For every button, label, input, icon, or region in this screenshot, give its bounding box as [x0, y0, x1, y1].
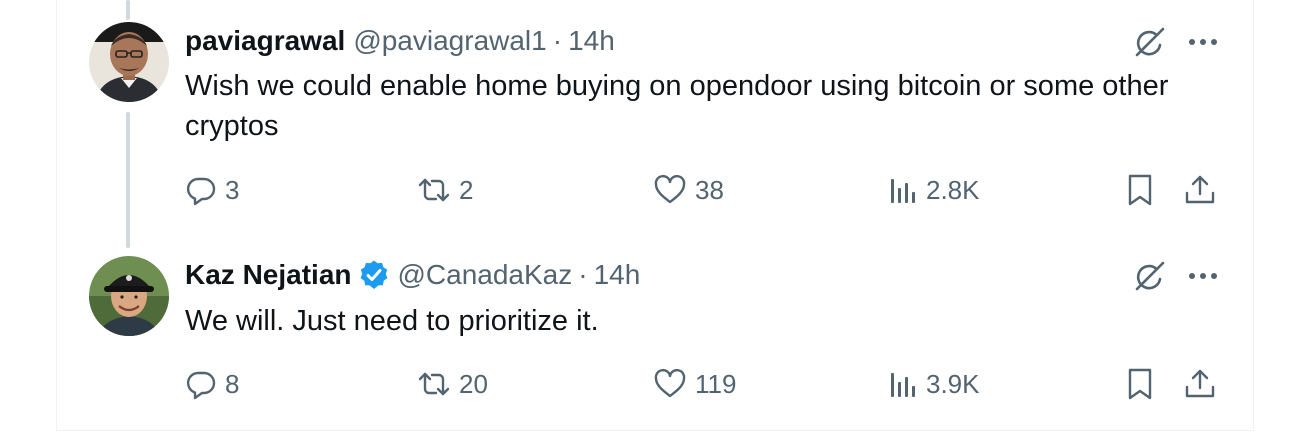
- reply-button[interactable]: 3: [185, 168, 239, 212]
- tweet-top-actions: [1128, 254, 1220, 298]
- display-name[interactable]: Kaz Nejatian: [185, 258, 352, 292]
- reply-icon: [185, 368, 217, 400]
- tweet-actions: 8 20 119 3.9K: [185, 362, 1225, 406]
- views-button[interactable]: 2.8K: [888, 168, 980, 212]
- retweet-button[interactable]: 2: [417, 168, 473, 212]
- grok-icon[interactable]: [1128, 254, 1172, 298]
- share-icon: [1183, 367, 1217, 401]
- share-icon: [1183, 173, 1217, 207]
- avatar[interactable]: [89, 256, 169, 336]
- like-count: 38: [695, 174, 724, 205]
- retweet-count: 2: [459, 174, 474, 205]
- bookmark-button[interactable]: [1125, 362, 1155, 406]
- retweet-icon: [417, 368, 451, 400]
- timestamp[interactable]: 14h: [568, 24, 615, 58]
- like-icon: [653, 368, 687, 400]
- views-icon: [888, 368, 918, 400]
- reply-icon: [185, 174, 217, 206]
- tweet-canadakaz[interactable]: Kaz Nejatian @CanadaKaz · 14h We will. J…: [0, 240, 1298, 430]
- tweet-paviagrawal[interactable]: paviagrawal @paviagrawal1 · 14h Wish we …: [0, 0, 1298, 240]
- separator-dot: ·: [552, 25, 563, 56]
- timeline-bottom-border: [56, 430, 1254, 431]
- user-handle[interactable]: @paviagrawal1: [353, 24, 546, 58]
- bookmark-button[interactable]: [1125, 168, 1155, 212]
- user-handle[interactable]: @CanadaKaz: [398, 258, 573, 292]
- tweet-actions: 3 2 38 2.8K: [185, 168, 1225, 212]
- timestamp[interactable]: 14h: [594, 258, 641, 292]
- grok-icon[interactable]: [1128, 20, 1172, 64]
- separator-dot: ·: [578, 259, 588, 290]
- bookmark-icon: [1125, 173, 1155, 207]
- verified-badge-icon[interactable]: [358, 259, 390, 291]
- tweet-header: paviagrawal @paviagrawal1 · 14h: [185, 24, 615, 58]
- like-button[interactable]: 119: [653, 362, 736, 406]
- more-options-icon[interactable]: [1186, 27, 1220, 57]
- reply-count: 3: [225, 174, 240, 205]
- reply-count: 8: [225, 368, 240, 399]
- view-count: 2.8K: [926, 174, 980, 205]
- more-options-icon[interactable]: [1186, 261, 1220, 291]
- share-button[interactable]: [1183, 168, 1217, 212]
- bookmark-icon: [1125, 367, 1155, 401]
- tweet-top-actions: [1128, 20, 1220, 64]
- views-icon: [888, 174, 918, 206]
- like-count: 119: [695, 368, 737, 399]
- like-button[interactable]: 38: [653, 168, 724, 212]
- views-button[interactable]: 3.9K: [888, 362, 980, 406]
- share-button[interactable]: [1183, 362, 1217, 406]
- retweet-button[interactable]: 20: [417, 362, 488, 406]
- avatar[interactable]: [89, 22, 169, 102]
- display-name[interactable]: paviagrawal: [185, 24, 345, 58]
- tweet-text: Wish we could enable home buying on open…: [185, 70, 1169, 142]
- retweet-count: 20: [459, 368, 488, 399]
- tweet-header: Kaz Nejatian @CanadaKaz · 14h: [185, 258, 640, 292]
- tweet-text: We will. Just need to prioritize it.: [185, 305, 599, 337]
- retweet-icon: [417, 174, 451, 206]
- view-count: 3.9K: [926, 368, 980, 399]
- like-icon: [653, 174, 687, 206]
- reply-button[interactable]: 8: [185, 362, 239, 406]
